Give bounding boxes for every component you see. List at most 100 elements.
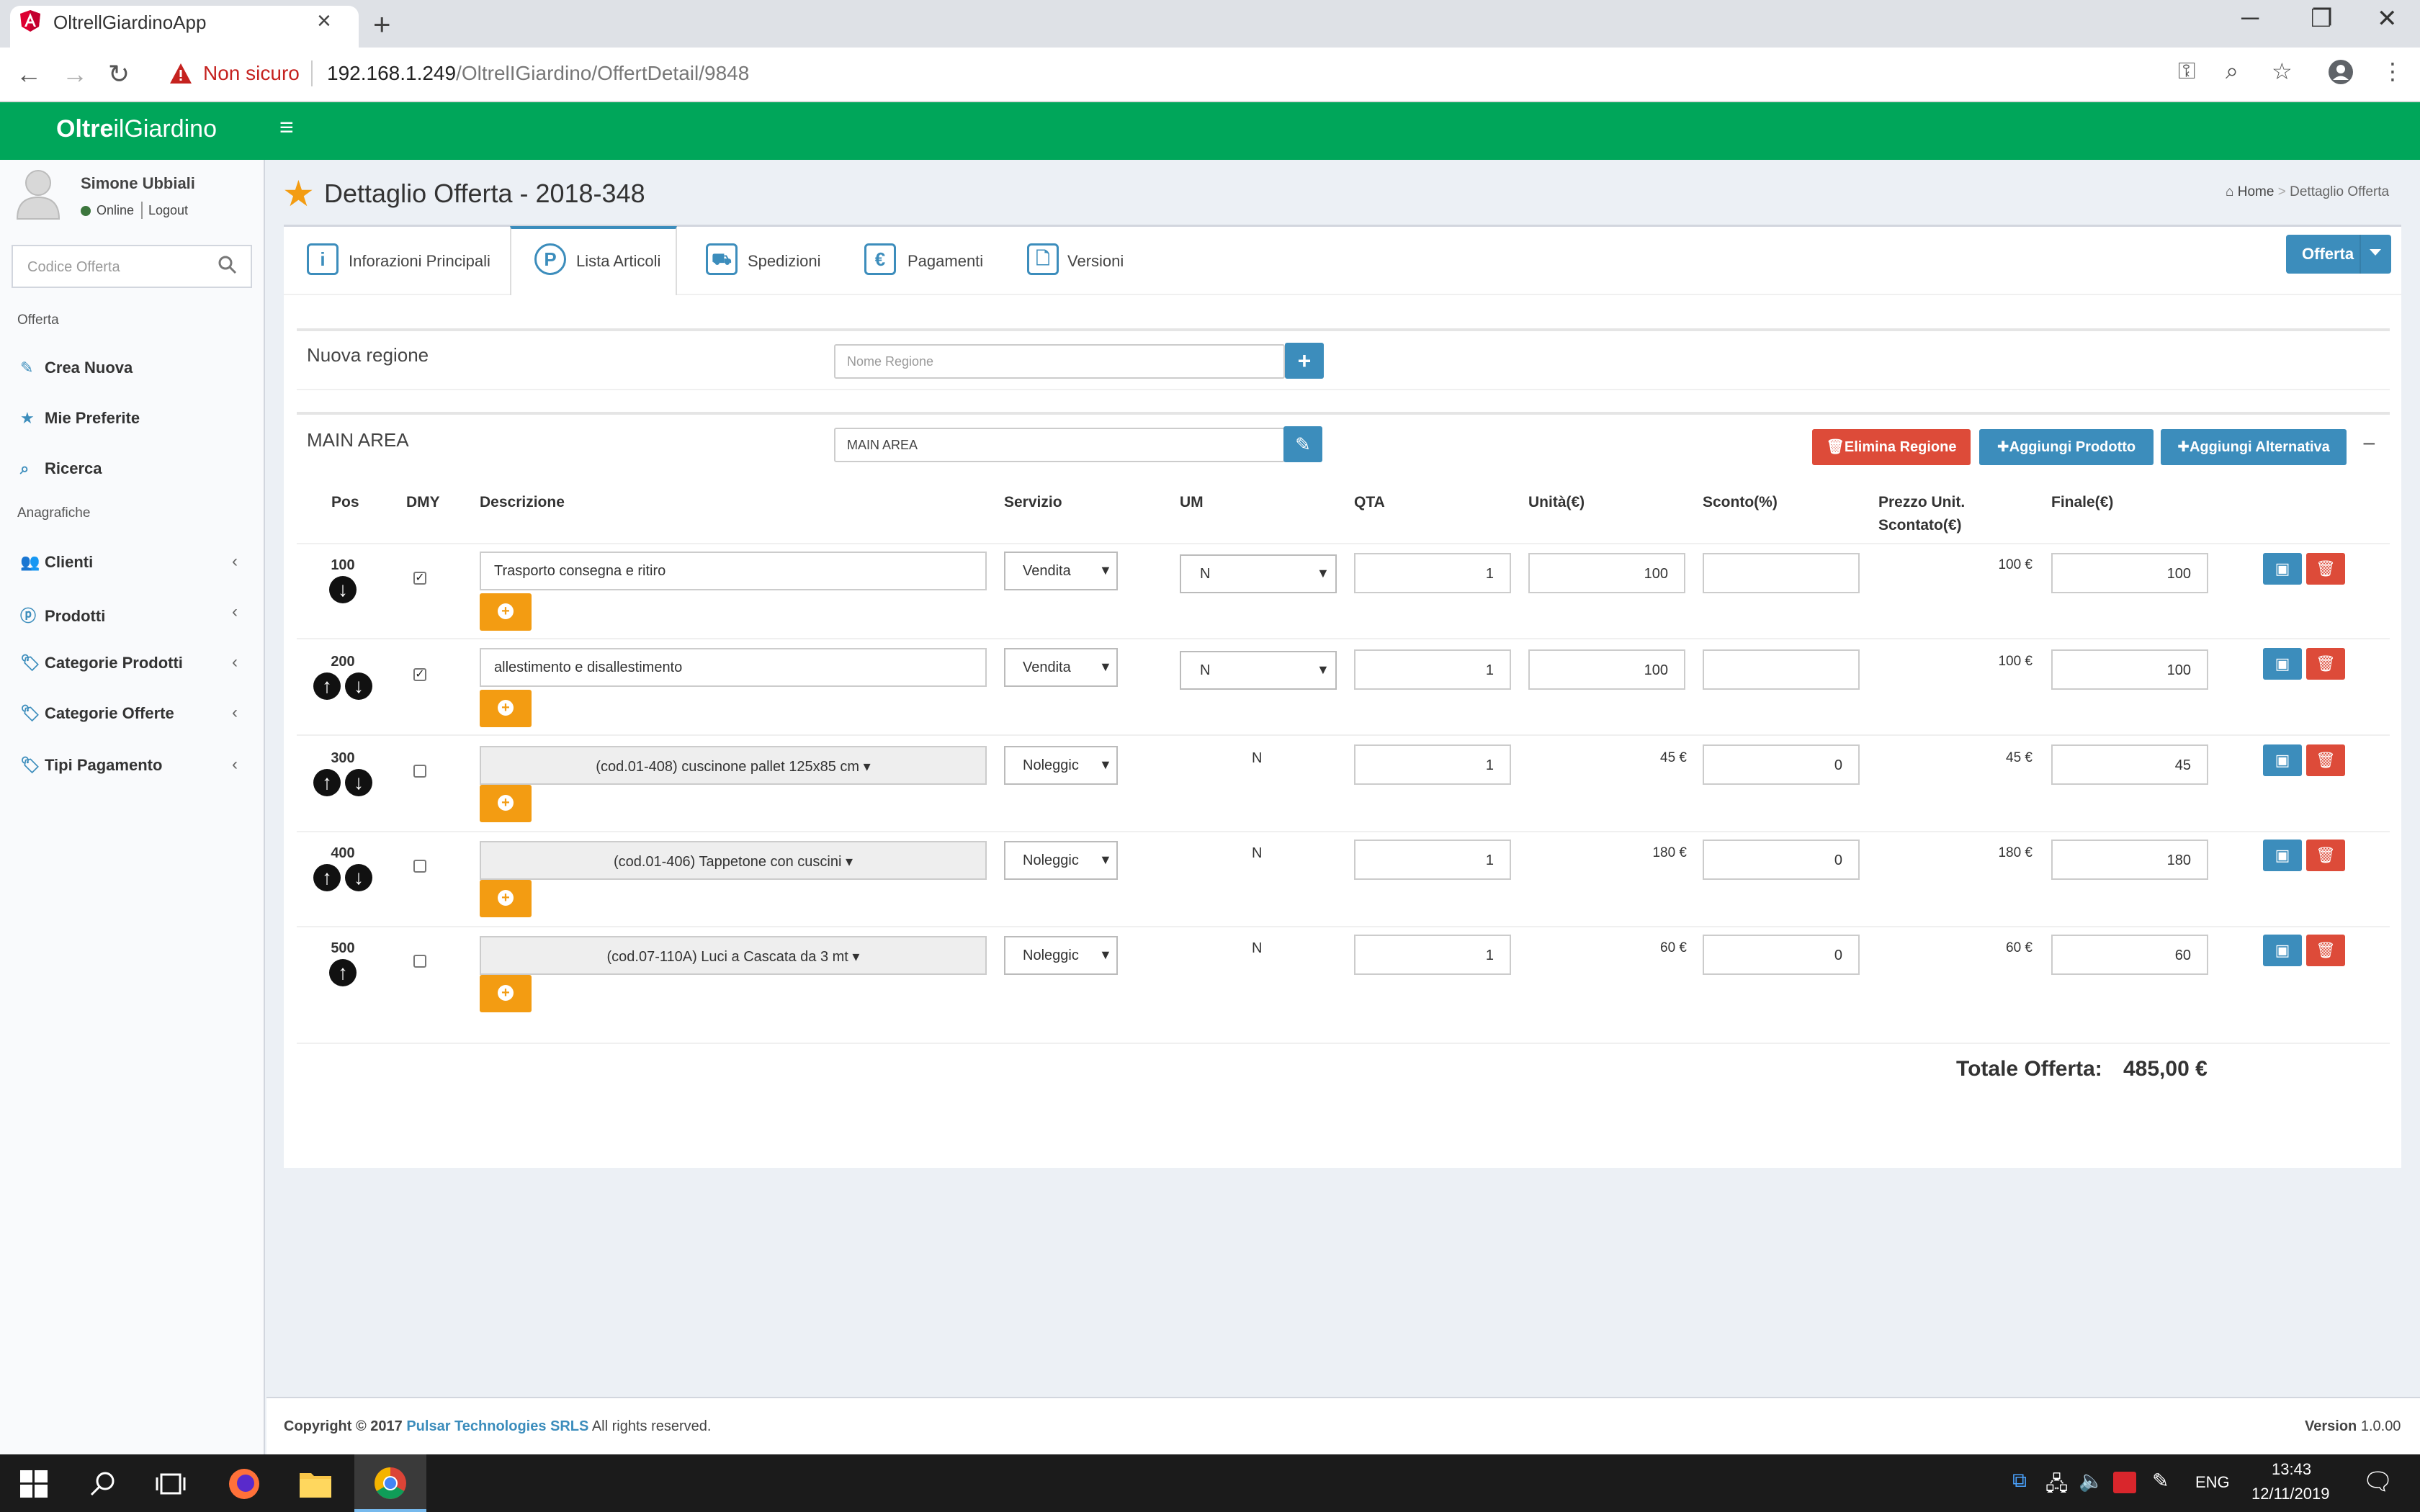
add-alternative-button[interactable]: ✚Aggiungi Alternativa	[2161, 429, 2347, 465]
image-button[interactable]: ▣	[2263, 935, 2302, 966]
minimize-icon[interactable]: ─	[2241, 4, 2259, 32]
add-subitem-button[interactable]: +	[480, 785, 532, 822]
windows-start-icon[interactable]	[20, 1470, 48, 1498]
add-subitem-button[interactable]: +	[480, 593, 532, 631]
hamburger-menu-icon[interactable]: ≡	[279, 114, 294, 142]
dmy-checkbox[interactable]	[413, 765, 426, 778]
sidebar-item-mie-preferite[interactable]: ★ Mie Preferite	[20, 409, 140, 428]
caret-down-icon[interactable]	[2370, 249, 2381, 256]
firefox-icon[interactable]	[228, 1467, 261, 1500]
qta-input[interactable]: 1	[1354, 840, 1511, 880]
arrow-up-icon[interactable]: ↑	[313, 769, 341, 796]
add-subitem-button[interactable]: +	[480, 880, 532, 917]
add-region-button[interactable]: +	[1285, 343, 1324, 379]
key-icon[interactable]: ⚿	[2178, 58, 2195, 85]
add-subitem-button[interactable]: +	[480, 690, 532, 727]
menu-dots-icon[interactable]: ⋮	[2381, 58, 2404, 85]
chevron-left-icon[interactable]: ‹	[232, 602, 238, 622]
tab-label[interactable]: Inforazioni Principali	[349, 252, 490, 271]
profile-icon[interactable]	[2328, 59, 2354, 85]
chevron-left-icon[interactable]: ‹	[232, 552, 238, 572]
network-icon[interactable]: 🖧	[2045, 1469, 2068, 1503]
sconto-input[interactable]: 0	[1703, 935, 1860, 975]
sidebar-item-categorie-prodotti[interactable]: 🏷 Categorie Prodotti	[20, 654, 183, 672]
sconto-input[interactable]: 0	[1703, 840, 1860, 880]
sconto-input[interactable]	[1703, 553, 1860, 593]
back-icon[interactable]: ←	[16, 59, 42, 89]
servizio-select[interactable]: Vendita ▼	[1004, 552, 1118, 590]
servizio-select[interactable]: Noleggic ▼	[1004, 746, 1118, 785]
finale-input[interactable]: 45	[2051, 744, 2208, 785]
servizio-select[interactable]: Noleggic ▼	[1004, 841, 1118, 880]
finale-input[interactable]: 180	[2051, 840, 2208, 880]
volume-icon[interactable]: 🔈	[2079, 1469, 2104, 1493]
image-button[interactable]: ▣	[2263, 840, 2302, 871]
bookmark-star-icon[interactable]: ☆	[2272, 58, 2293, 85]
dmy-checkbox[interactable]: ✓	[413, 572, 426, 585]
description-input[interactable]: allestimento e disallestimento	[480, 648, 987, 687]
reload-icon[interactable]: ↻	[108, 59, 130, 89]
dmy-checkbox[interactable]	[413, 955, 426, 968]
arrow-down-icon[interactable]: ↓	[345, 672, 372, 700]
breadcrumb-home[interactable]: Home	[2238, 184, 2275, 199]
edit-region-button[interactable]: ✎	[1283, 426, 1322, 462]
delete-row-button[interactable]: 🗑	[2306, 553, 2345, 585]
arrow-up-icon[interactable]: ↑	[313, 864, 341, 891]
not-secure-label[interactable]: Non sicuro	[203, 62, 300, 85]
task-view-icon[interactable]	[156, 1472, 186, 1496]
sidebar-item-clienti[interactable]: 👥 Clienti	[20, 553, 93, 572]
close-tab-icon[interactable]: ×	[317, 7, 331, 35]
taskbar-search-icon[interactable]	[89, 1470, 117, 1498]
qta-input[interactable]: 1	[1354, 744, 1511, 785]
finale-input[interactable]: 100	[2051, 649, 2208, 690]
antivirus-tray-icon[interactable]	[2113, 1472, 2136, 1493]
zoom-icon[interactable]: ⌕	[2226, 58, 2238, 85]
restore-icon[interactable]: ❐	[2311, 4, 2332, 33]
add-product-button[interactable]: ✚Aggiungi Prodotto	[1979, 429, 2154, 465]
logout-link[interactable]: Logout	[148, 203, 188, 218]
product-select[interactable]: (cod.07-110A) Luci a Cascata da 3 mt ▾	[480, 936, 987, 975]
qta-input[interactable]: 1	[1354, 553, 1511, 593]
sidebar-item-tipi-pagamento[interactable]: 🏷 Tipi Pagamento	[20, 756, 162, 775]
dropbox-tray-icon[interactable]: ⧉	[2012, 1469, 2027, 1493]
sidebar-item-categorie-offerte[interactable]: 🏷 Categorie Offerte	[20, 704, 174, 723]
language-indicator[interactable]: ENG	[2195, 1473, 2230, 1492]
qta-input[interactable]: 1	[1354, 935, 1511, 975]
file-explorer-icon[interactable]	[298, 1469, 333, 1499]
clock-time[interactable]: 13:43	[2272, 1460, 2311, 1479]
delete-row-button[interactable]: 🗑	[2306, 840, 2345, 871]
sconto-input[interactable]	[1703, 649, 1860, 690]
arrow-up-icon[interactable]: ↑	[329, 959, 357, 986]
servizio-select[interactable]: Noleggic ▼	[1004, 936, 1118, 975]
um-select[interactable]: N ▼	[1180, 554, 1337, 593]
close-window-icon[interactable]: ✕	[2377, 4, 2398, 33]
notifications-icon[interactable]: 🗨	[2362, 1467, 2393, 1496]
product-select[interactable]: (cod.01-406) Tappetone con cuscini ▾	[480, 841, 987, 880]
image-button[interactable]: ▣	[2263, 648, 2302, 680]
description-input[interactable]: Trasporto consegna e ritiro	[480, 552, 987, 590]
delete-region-button[interactable]: 🗑Elimina Regione	[1812, 429, 1971, 465]
um-select[interactable]: N ▼	[1180, 651, 1337, 690]
delete-row-button[interactable]: 🗑	[2306, 648, 2345, 680]
qta-input[interactable]: 1	[1354, 649, 1511, 690]
offerta-dropdown-button[interactable]: Offerta	[2286, 235, 2391, 274]
add-subitem-button[interactable]: +	[480, 975, 532, 1012]
pen-tray-icon[interactable]: ✎	[2152, 1469, 2169, 1493]
tab-label[interactable]: Lista Articoli	[576, 252, 660, 271]
warning-icon[interactable]	[169, 62, 193, 85]
clock-date[interactable]: 12/11/2019	[2251, 1485, 2329, 1503]
dmy-checkbox[interactable]	[413, 860, 426, 873]
delete-row-button[interactable]: 🗑	[2306, 935, 2345, 966]
dmy-checkbox[interactable]: ✓	[413, 668, 426, 681]
tab-label[interactable]: Spedizioni	[748, 252, 821, 271]
product-select[interactable]: (cod.01-408) cuscinone pallet 125x85 cm …	[480, 746, 987, 785]
sconto-input[interactable]: 0	[1703, 744, 1860, 785]
finale-input[interactable]: 100	[2051, 553, 2208, 593]
search-icon[interactable]	[218, 255, 238, 275]
sidebar-item-ricerca[interactable]: ⌕ Ricerca	[20, 459, 102, 478]
delete-row-button[interactable]: 🗑	[2306, 744, 2345, 776]
collapse-icon[interactable]: −	[2362, 431, 2376, 457]
url-field[interactable]: 192.168.1.249/OltrelIGiardino/OffertDeta…	[327, 62, 749, 85]
unita-input[interactable]: 100	[1528, 553, 1685, 593]
new-tab-icon[interactable]: +	[373, 7, 391, 42]
